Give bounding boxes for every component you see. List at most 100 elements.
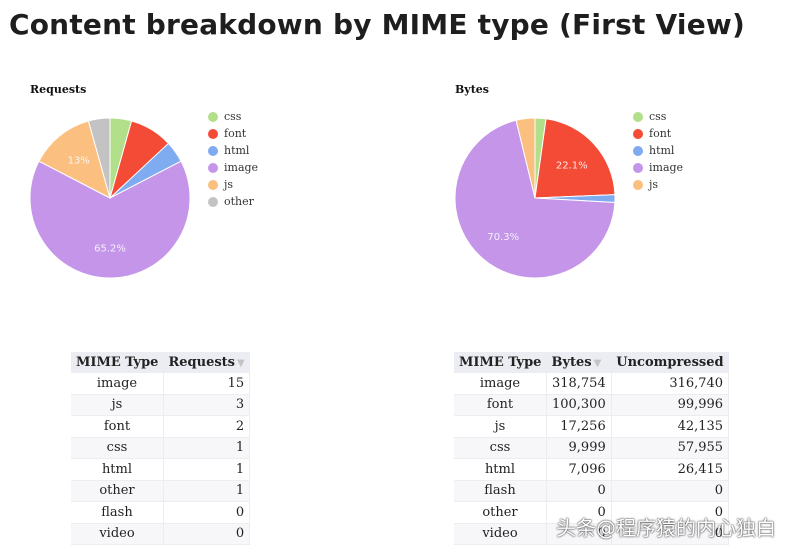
legend-swatch-icon [208,162,218,173]
legend-swatch-icon [633,128,643,139]
legend-item-js: js [633,176,683,193]
requests-pie-chart: 65.2% 13% [29,117,191,279]
table-cell-mime-type: flash [454,480,547,502]
table-cell-uncompressed: 26,415 [611,458,730,481]
table-cell-mime-type: video [71,523,164,545]
legend-label: css [224,110,242,123]
legend-label: image [649,161,684,174]
legend-swatch-icon [208,111,218,122]
table-row: font 100,300 99,996 [454,394,730,416]
table-row: js 3 [71,394,251,416]
table-row: image 318,754 316,740 [454,373,730,395]
table-cell-uncompressed: 316,740 [611,373,730,395]
table-cell-mime-type: html [454,458,547,481]
table-row: css 1 [71,437,251,459]
bytes-chart-title: Bytes [455,83,489,96]
table-row: js 17,256 42,135 [454,415,730,438]
table-cell-mime-type: font [454,394,547,416]
legend-swatch-icon [208,145,218,156]
table-cell-requests: 1 [163,437,251,459]
legend-label: font [649,127,672,140]
table-cell-mime-type: html [71,458,164,481]
legend-label: html [224,144,250,157]
table-row: html 1 [71,458,251,481]
table-cell-mime-type: image [454,373,547,395]
table-header-row: MIME Type Bytes ▼ Uncompressed [454,352,729,373]
sort-desc-icon[interactable]: ▼ [237,358,245,369]
slice-label-js: 13% [68,156,90,167]
slice-label-font: 22.1% [556,161,588,172]
legend-swatch-icon [633,162,643,173]
table-cell-requests: 1 [163,480,251,502]
table-row: html 7,096 26,415 [454,458,730,481]
table-row: font 2 [71,415,251,438]
table-cell-requests: 3 [163,394,251,416]
bytes-pie-chart: 22.1% 70.3% [454,117,616,279]
slice-label-image: 70.3% [487,232,519,243]
legend-item-html: html [633,142,683,159]
table-cell-mime-type: video [454,523,547,545]
column-header-uncompressed[interactable]: Uncompressed [611,352,729,373]
legend-label: js [649,178,659,191]
table-cell-uncompressed: 42,135 [611,415,730,438]
legend-label: other [224,195,254,208]
table-cell-mime-type: js [71,394,164,416]
table-row: video 0 [71,523,251,545]
table-cell-bytes: 0 [546,480,612,502]
legend-swatch-icon [633,179,643,190]
legend-item-other: other [208,193,258,210]
legend-swatch-icon [208,179,218,190]
legend-swatch-icon [633,145,643,156]
table-cell-bytes: 9,999 [546,437,612,459]
table-cell-requests: 2 [163,415,251,438]
table-cell-uncompressed: 57,955 [611,437,730,459]
column-header-requests[interactable]: Requests ▼ [163,352,250,373]
table-cell-uncompressed: 99,996 [611,394,730,416]
legend-label: css [649,110,667,123]
requests-chart-title: Requests [30,83,87,96]
requests-legend: css font html image js other [208,108,258,210]
table-row: other 1 [71,480,251,502]
legend-item-font: font [633,125,683,142]
legend-item-css: css [633,108,683,125]
table-cell-mime-type: other [454,501,547,524]
table-row: css 9,999 57,955 [454,437,730,459]
legend-swatch-icon [208,196,218,207]
table-cell-mime-type: flash [71,501,164,524]
sort-desc-icon[interactable]: ▼ [594,358,602,369]
requests-table: MIME Type Requests ▼ image 15 js 3 font 2 css 1 h… [71,352,251,545]
table-cell-requests: 0 [163,501,251,524]
watermark: 头条@程序猿的内心独白 [556,516,776,540]
table-cell-bytes: 318,754 [546,373,612,395]
column-header-mime-type[interactable]: MIME Type [71,352,164,373]
column-header-mime-type[interactable]: MIME Type [454,352,547,373]
slice-label-image: 65.2% [94,244,126,255]
bytes-legend: css font html image js [633,108,683,193]
legend-item-js: js [208,176,258,193]
table-cell-bytes: 100,300 [546,394,612,416]
table-row: flash 0 0 [454,480,730,502]
table-cell-requests: 15 [163,373,251,395]
table-cell-mime-type: image [71,373,164,395]
page-title: Content breakdown by MIME type (First Vi… [9,8,745,41]
table-cell-requests: 1 [163,458,251,481]
legend-item-image: image [633,159,683,176]
table-cell-mime-type: css [71,437,164,459]
legend-item-html: html [208,142,258,159]
column-header-bytes[interactable]: Bytes ▼ [546,352,612,373]
table-cell-mime-type: css [454,437,547,459]
legend-item-font: font [208,125,258,142]
table-cell-mime-type: js [454,415,547,438]
table-row: flash 0 [71,501,251,524]
pie-slice-font [534,118,616,199]
table-cell-bytes: 7,096 [546,458,612,481]
table-header-row: MIME Type Requests ▼ [71,352,250,373]
legend-swatch-icon [208,128,218,139]
table-row: image 15 [71,373,251,395]
legend-swatch-icon [633,111,643,122]
table-cell-mime-type: other [71,480,164,502]
table-cell-uncompressed: 0 [611,480,730,502]
legend-item-image: image [208,159,258,176]
table-cell-requests: 0 [163,523,251,545]
table-cell-bytes: 17,256 [546,415,612,438]
